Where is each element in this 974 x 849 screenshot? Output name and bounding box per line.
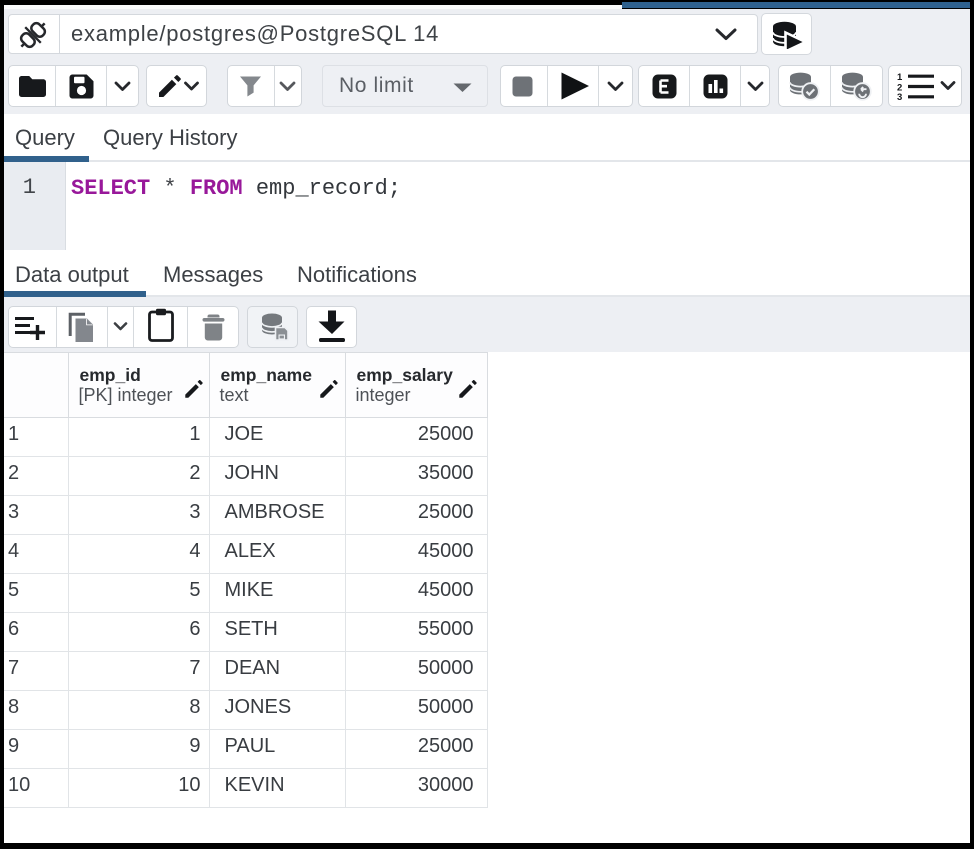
svg-text:3: 3 [897,92,902,100]
